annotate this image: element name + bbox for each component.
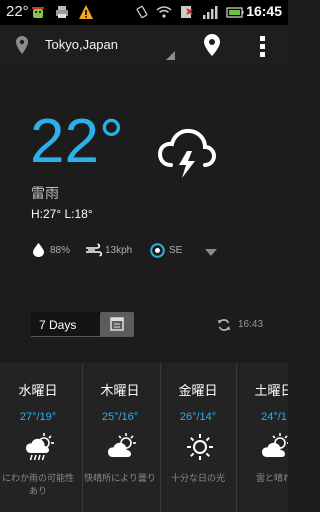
humidity-value: 88% bbox=[50, 245, 71, 256]
wind-icon bbox=[86, 243, 103, 257]
signal-icon bbox=[203, 6, 218, 19]
cloud-sun-icon bbox=[262, 433, 288, 457]
location-pin-icon bbox=[16, 36, 28, 54]
wind-direction-icon bbox=[150, 243, 165, 258]
overflow-menu-button[interactable] bbox=[257, 36, 267, 58]
forecast-day-name: 木曜日 bbox=[100, 384, 140, 399]
forecast-strip[interactable]: 水曜日 27°/19° にわか雨の可能性あり 木曜日 25°/16° 快晴所によ… bbox=[0, 363, 288, 512]
last-updated-time: 16:43 bbox=[238, 319, 264, 330]
wind-direction-value: SE bbox=[169, 245, 183, 256]
printer-icon bbox=[56, 6, 68, 18]
forecast-day-name: 水曜日 bbox=[18, 384, 58, 399]
forecast-day-temps: 25°/16° bbox=[101, 411, 139, 423]
no-sim-icon bbox=[181, 6, 193, 18]
cloud-rain-sun-icon bbox=[26, 433, 54, 461]
weather-metrics: 88% 13kph SE bbox=[30, 243, 230, 259]
forecast-day-card[interactable]: 土曜日 24°/1 雲と晴れ bbox=[236, 363, 288, 512]
locate-me-button[interactable] bbox=[204, 34, 220, 56]
current-weather: 22° 雷雨 H:27° L:18° 88% 13kph SE 7 Days 1… bbox=[0, 69, 288, 363]
forecast-day-card[interactable]: 水曜日 27°/19° にわか雨の可能性あり bbox=[0, 363, 76, 512]
status-bar: 22° 16:45 bbox=[0, 0, 288, 25]
forecast-day-card[interactable]: 木曜日 25°/16° 快晴所により曇り bbox=[82, 363, 158, 512]
forecast-day-temps: 27°/19° bbox=[19, 411, 57, 423]
location-bar: Tokyo,Japan bbox=[0, 25, 288, 69]
thunderstorm-icon bbox=[157, 128, 217, 178]
days-range-value: 7 Days bbox=[39, 318, 77, 332]
status-temp: 22° bbox=[6, 3, 29, 20]
warning-icon bbox=[79, 5, 93, 19]
forecast-day-temps: 24°/1 bbox=[261, 411, 287, 423]
forecast-day-name: 土曜日 bbox=[254, 384, 288, 399]
calendar-icon bbox=[110, 317, 124, 331]
status-time: 16:45 bbox=[246, 3, 282, 19]
android-debug-icon bbox=[32, 7, 44, 18]
sun-icon bbox=[187, 434, 213, 460]
forecast-day-description: 十分な日の光 bbox=[170, 474, 225, 484]
expand-details-icon[interactable] bbox=[205, 249, 217, 256]
wind-speed-value: 13kph bbox=[105, 245, 133, 256]
location-dropdown-icon[interactable] bbox=[166, 51, 175, 60]
high-low-temps: H:27° L:18° bbox=[31, 207, 93, 221]
current-condition: 雷雨 bbox=[31, 186, 59, 202]
calendar-button[interactable] bbox=[100, 312, 134, 337]
forecast-day-temps: 26°/14° bbox=[179, 411, 217, 423]
forecast-day-description: 雲と晴れ bbox=[255, 474, 288, 484]
current-temperature: 22° bbox=[30, 107, 124, 176]
cloud-sun-icon bbox=[108, 433, 136, 457]
humidity-icon bbox=[33, 243, 44, 257]
forecast-day-description: にわか雨の可能性あり bbox=[2, 474, 75, 497]
vibrate-icon bbox=[136, 5, 148, 19]
days-range-select[interactable]: 7 Days bbox=[31, 312, 101, 337]
forecast-day-description: 快晴所により曇り bbox=[84, 474, 156, 484]
battery-icon bbox=[226, 7, 244, 18]
forecast-day-card[interactable]: 金曜日 26°/14° 十分な日の光 bbox=[160, 363, 236, 512]
wifi-icon bbox=[156, 6, 172, 18]
location-name[interactable]: Tokyo,Japan bbox=[45, 37, 118, 52]
refresh-icon[interactable] bbox=[217, 318, 231, 332]
forecast-day-name: 金曜日 bbox=[178, 384, 218, 399]
